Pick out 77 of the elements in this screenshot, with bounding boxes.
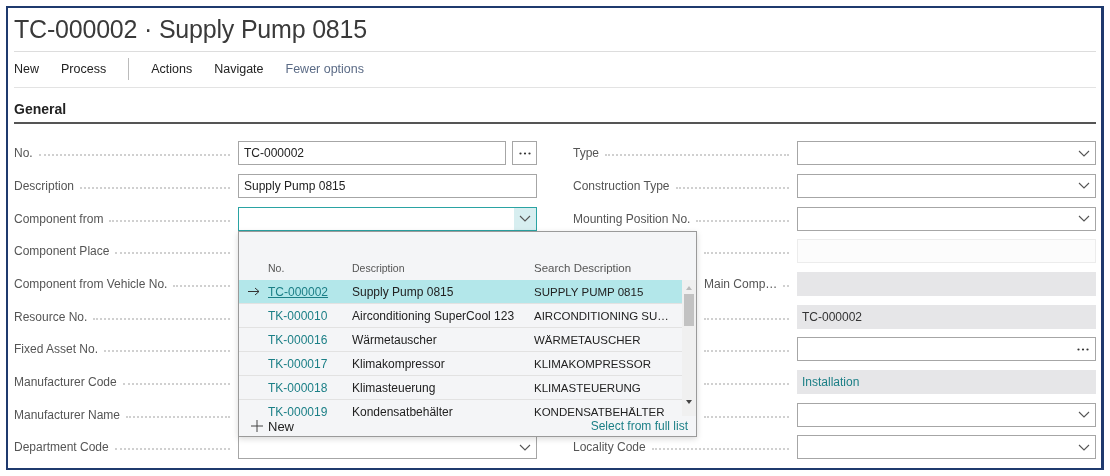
field-label: Locality Code	[573, 440, 646, 455]
text-field[interactable]: Supply Pump 0815	[238, 173, 537, 198]
more-icon	[518, 151, 531, 155]
field-label: Construction Type	[573, 178, 670, 193]
description-text: Klimasteuerung	[352, 380, 436, 395]
list-row[interactable]: TK-000016 Wärmetauscher WÄRMETAUSCHER	[239, 328, 682, 353]
dropdown-field[interactable]	[797, 141, 1096, 166]
new-button[interactable]: New	[251, 418, 294, 434]
number-link[interactable]: TK-000010	[268, 308, 328, 323]
chevron-down-icon	[1078, 149, 1090, 157]
field-label: Manufacturer Name	[14, 407, 121, 422]
read-only-field: TC-000002	[797, 304, 1096, 329]
scrollbar[interactable]	[682, 280, 696, 417]
select-from-full-list-link[interactable]: Select from full list	[590, 419, 688, 434]
number-link[interactable]: TK-000018	[268, 380, 328, 395]
page-title: TC-000002 · Supply Pump 0815	[14, 15, 367, 45]
field-label: Component Place	[14, 244, 110, 259]
scrollbar-thumb[interactable]	[684, 294, 694, 327]
lookup-field[interactable]	[797, 337, 1096, 362]
field-label: Resource No.	[14, 309, 88, 324]
column-header: No.	[268, 262, 285, 275]
field-label: Fixed Asset No.	[14, 342, 99, 357]
description-text: Airconditioning SuperCool 123	[352, 308, 515, 323]
dropdown-field[interactable]	[238, 206, 537, 231]
column-header: Search Description	[534, 262, 632, 275]
dropdown-field[interactable]	[238, 435, 537, 460]
field-label: Description	[14, 178, 75, 193]
number-link[interactable]: TK-000017	[268, 356, 328, 371]
chevron-down-icon	[519, 443, 531, 451]
description-text: Supply Pump 0815	[352, 284, 454, 299]
field-label: Component from	[14, 211, 104, 226]
toolbar-toggle[interactable]: Fewer options	[285, 62, 365, 77]
dropdown-field[interactable]	[797, 173, 1096, 198]
chevron-down-icon	[519, 215, 531, 222]
chevron-down-icon	[1078, 411, 1090, 419]
dropdown-field[interactable]	[797, 402, 1096, 427]
lookup-button[interactable]	[512, 141, 537, 166]
search-description-text: AIRCONDITIONING SU…	[534, 309, 669, 322]
dropdown-field[interactable]	[797, 435, 1096, 460]
search-description-text: SUPPLY PUMP 0815	[534, 285, 644, 298]
toolbar-menu[interactable]: Actions	[151, 62, 193, 77]
field-label: Component from Vehicle No.	[14, 276, 168, 291]
field-label: Main Comp…	[704, 276, 778, 291]
number-link[interactable]: TK-000019	[268, 404, 328, 417]
toolbar-menu[interactable]: Navigate	[214, 62, 264, 77]
chevron-down-icon	[1078, 443, 1090, 451]
chevron-down-icon	[1078, 182, 1090, 190]
search-description-text: WÄRMETAUSCHER	[534, 333, 641, 346]
field-label: No.	[14, 146, 33, 161]
toolbar-menu[interactable]: New	[14, 62, 39, 77]
scroll-up-icon[interactable]	[685, 284, 693, 293]
more-icon	[1077, 347, 1089, 351]
field-label: Type	[573, 146, 599, 161]
number-link[interactable]: TC-000002	[268, 284, 329, 299]
list-row[interactable]: TC-000002 Supply Pump 0815 SUPPLY PUMP 0815	[239, 280, 682, 305]
column-header: Description	[352, 262, 405, 275]
list-row[interactable]: TK-000010 Airconditioning SuperCool 123 AIRCONDITIONING SU…	[239, 304, 682, 329]
field-label: Manufacturer Code	[14, 374, 117, 389]
toolbar-menu[interactable]: Process	[61, 62, 107, 77]
arrow-right-icon	[247, 287, 260, 297]
search-description-text: KLIMAKOMPRESSOR	[534, 357, 651, 370]
number-link[interactable]: TK-000016	[268, 332, 328, 347]
field-label: Department Code	[14, 440, 109, 455]
search-description-text: KONDENSATBEHÄLTER	[534, 405, 665, 417]
list-row[interactable]: TK-000017 Klimakompressor KLIMAKOMPRESSOR	[239, 352, 682, 377]
description-text: Wärmetauscher	[352, 332, 437, 347]
list-row[interactable]: TK-000018 Klimasteuerung KLIMASTEUERUNG	[239, 376, 682, 401]
read-only-field: Installation	[797, 369, 1096, 394]
field-label: Mounting Position No.	[573, 211, 691, 226]
search-description-text: KLIMASTEUERUNG	[534, 381, 641, 394]
plus-icon	[251, 420, 263, 433]
description-text: Klimakompressor	[352, 356, 445, 371]
description-text: Kondensatbehälter	[352, 404, 453, 417]
chevron-down-icon	[1078, 215, 1090, 222]
dropdown-field[interactable]	[797, 206, 1096, 231]
section-title: General	[14, 101, 67, 118]
text-field[interactable]: TC-000002	[238, 141, 506, 166]
